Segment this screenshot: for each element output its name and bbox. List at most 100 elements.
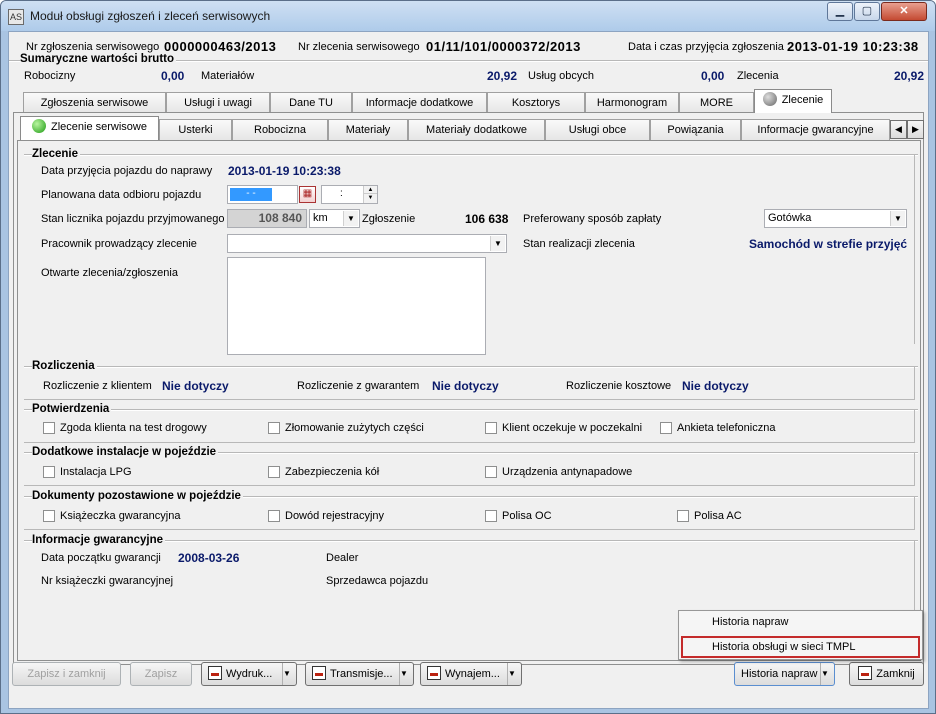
wydruk-label: Wydruk... <box>226 668 273 680</box>
uslug-label: Usług obcych <box>528 70 595 82</box>
chevron-down-icon[interactable]: ▼ <box>507 663 521 685</box>
zamknij-button[interactable]: Zamknij <box>849 662 924 686</box>
klient-poczekalnia-checkbox[interactable] <box>485 422 497 434</box>
subtab-materialy[interactable]: Materiały <box>328 119 408 140</box>
zapisz-button[interactable]: Zapisz <box>130 662 192 686</box>
tab-scroll-left-icon[interactable]: ◀ <box>890 120 907 139</box>
close-icon[interactable]: ✕ <box>881 2 927 21</box>
subtab-zlecenie-serwisowe-label: Zlecenie serwisowe <box>51 121 147 133</box>
otwarte-label: Otwarte zlecenia/zgłoszenia <box>41 267 178 279</box>
chevron-down-icon[interactable]: ▼ <box>890 211 905 226</box>
window-title: Moduł obsługi zgłoszeń i zleceń serwisow… <box>30 9 271 23</box>
potwierdzenia-title: Potwierdzenia <box>32 403 112 415</box>
rozl-koszt-value: Nie dotyczy <box>682 379 749 393</box>
rozl-koszt-label: Rozliczenie kosztowe <box>566 380 672 392</box>
polisa-ac-checkbox[interactable] <box>677 510 689 522</box>
platnosc-select[interactable]: Gotówka ▼ <box>764 209 907 228</box>
nr-ksiazeczki-label: Nr książeczki gwarancyjnej <box>41 575 174 587</box>
tab-scroll-right-icon[interactable]: ▶ <box>907 120 924 139</box>
platnosc-value: Gotówka <box>768 212 812 224</box>
ankieta-checkbox[interactable] <box>660 422 672 434</box>
nr-zgloszenia-value: 0000000463/2013 <box>164 39 277 54</box>
planowana-label: Planowana data odbioru pojazdu <box>41 189 202 201</box>
zapisz-zamknij-button[interactable]: Zapisz i zamknij <box>12 662 121 686</box>
ankieta-label: Ankieta telefoniczna <box>677 422 776 434</box>
historia-napraw-button[interactable]: Historia napraw ▼ <box>734 662 835 686</box>
zgoda-test-checkbox[interactable] <box>43 422 55 434</box>
stan-realizacji-value: Samochód w strefie przyjęć <box>749 237 908 251</box>
subtab-powiazania[interactable]: Powiązania <box>650 119 741 140</box>
calendar-icon[interactable]: ▦ <box>299 186 316 203</box>
dealer-label: Dealer <box>326 552 359 564</box>
main-tab-panel: Zlecenie serwisowe Usterki Robocizna Mat… <box>13 112 924 665</box>
transmisje-button[interactable]: Transmisje... ▼ <box>305 662 414 686</box>
chevron-down-icon[interactable]: ▼ <box>343 211 358 226</box>
pracownik-label: Pracownik prowadzący zlecenie <box>41 238 197 250</box>
subtab-zlecenie-serwisowe[interactable]: Zlecenie serwisowe <box>20 116 159 140</box>
polisa-oc-checkbox[interactable] <box>485 510 497 522</box>
rozl-klient-value: Nie dotyczy <box>162 379 229 393</box>
maximize-icon[interactable]: ▢ <box>854 2 880 21</box>
data-przyjecia-label: Data przyjęcia pojazdu do naprawy <box>41 165 213 177</box>
title-bar[interactable]: AS Moduł obsługi zgłoszeń i zleceń serwi… <box>1 1 935 31</box>
zlecenia-value: 20,92 <box>894 69 925 83</box>
chevron-down-icon[interactable]: ▼ <box>490 236 505 251</box>
subtab-informacje-gwarancyjne[interactable]: Informacje gwarancyjne <box>741 119 890 140</box>
ksiazeczka-checkbox[interactable] <box>43 510 55 522</box>
licznik-unit-select[interactable]: km ▼ <box>309 209 360 228</box>
uslug-value: 0,00 <box>701 69 725 83</box>
chevron-down-icon[interactable]: ▼ <box>399 663 413 685</box>
otwarte-list[interactable] <box>227 257 486 355</box>
antynapadowe-label: Urządzenia antynapadowe <box>502 466 633 478</box>
instalacje-title: Dodatkowe instalacje w pojeździe <box>32 446 219 458</box>
lpg-checkbox[interactable] <box>43 466 55 478</box>
menu-item-historia-tmpl[interactable]: Historia obsługi w sieci TMPL <box>681 636 920 658</box>
tab-zgloszenia[interactable]: Zgłoszenia serwisowe <box>23 92 166 113</box>
tab-kosztorys[interactable]: Kosztorys <box>487 92 585 113</box>
materialow-label: Materiałów <box>201 70 255 82</box>
wynajem-button[interactable]: Wynajem... ▼ <box>420 662 522 686</box>
time-down-icon[interactable]: ▼ <box>363 194 377 203</box>
planowana-time-input[interactable]: : ▲ ▼ <box>321 185 378 204</box>
materialow-value: 20,92 <box>487 69 518 83</box>
antynapadowe-checkbox[interactable] <box>485 466 497 478</box>
minimize-icon[interactable]: ▁ <box>827 2 853 21</box>
tab-dane-tu[interactable]: Dane TU <box>270 92 352 113</box>
klient-poczekalnia-label: Klient oczekuje w poczekalni <box>502 422 643 434</box>
subtab-robocizna[interactable]: Robocizna <box>232 119 328 140</box>
nr-zgloszenia-label: Nr zgłoszenia serwisowego <box>26 41 160 53</box>
tab-uslugi-uwagi[interactable]: Usługi i uwagi <box>166 92 270 113</box>
ksiazeczka-label: Książeczka gwarancyjna <box>60 510 181 522</box>
tab-zlecenie[interactable]: Zlecenie <box>754 89 832 113</box>
planowana-date-input[interactable]: - - <box>227 185 298 204</box>
chevron-down-icon[interactable]: ▼ <box>820 663 834 685</box>
tab-harmonogram[interactable]: Harmonogram <box>585 92 679 113</box>
chevron-down-icon[interactable]: ▼ <box>282 663 296 685</box>
robocizny-label: Robocizny <box>24 70 76 82</box>
nr-zlecenia-label: Nr zlecenia serwisowego <box>298 41 420 53</box>
subtab-uslugi-obce[interactable]: Usługi obce <box>545 119 650 140</box>
stan-realizacji-label: Stan realizacji zlecenia <box>523 238 635 250</box>
wynajem-label: Wynajem... <box>445 668 500 680</box>
dokumenty-title: Dokumenty pozostawione w pojeździe <box>32 490 243 502</box>
transmission-icon <box>312 666 326 680</box>
menu-item-historia-napraw[interactable]: Historia napraw <box>712 616 788 628</box>
summary-title: Sumaryczne wartości brutto <box>20 53 177 65</box>
zabezpieczenia-kol-label: Zabezpieczenia kół <box>285 466 380 478</box>
transmisje-label: Transmisje... <box>330 668 393 680</box>
pracownik-select[interactable]: ▼ <box>227 234 507 253</box>
time-up-icon[interactable]: ▲ <box>363 186 377 194</box>
robocizny-value: 0,00 <box>161 69 185 83</box>
zlomowanie-label: Złomowanie zużytych części <box>285 422 424 434</box>
subtab-usterki[interactable]: Usterki <box>159 119 232 140</box>
licznik-input[interactable]: 108 840 <box>227 209 307 228</box>
wydruk-button[interactable]: Wydruk... ▼ <box>201 662 297 686</box>
data-zgloszenia-value: 2013-01-19 10:23:38 <box>787 39 919 54</box>
dowod-checkbox[interactable] <box>268 510 280 522</box>
subtab-materialy-dodatkowe[interactable]: Materiały dodatkowe <box>408 119 545 140</box>
tab-informacje-dodatkowe[interactable]: Informacje dodatkowe <box>352 92 487 113</box>
zabezpieczenia-kol-checkbox[interactable] <box>268 466 280 478</box>
zlomowanie-checkbox[interactable] <box>268 422 280 434</box>
gwarancja-title: Informacje gwarancyjne <box>32 534 166 546</box>
tab-more[interactable]: MORE <box>679 92 754 113</box>
